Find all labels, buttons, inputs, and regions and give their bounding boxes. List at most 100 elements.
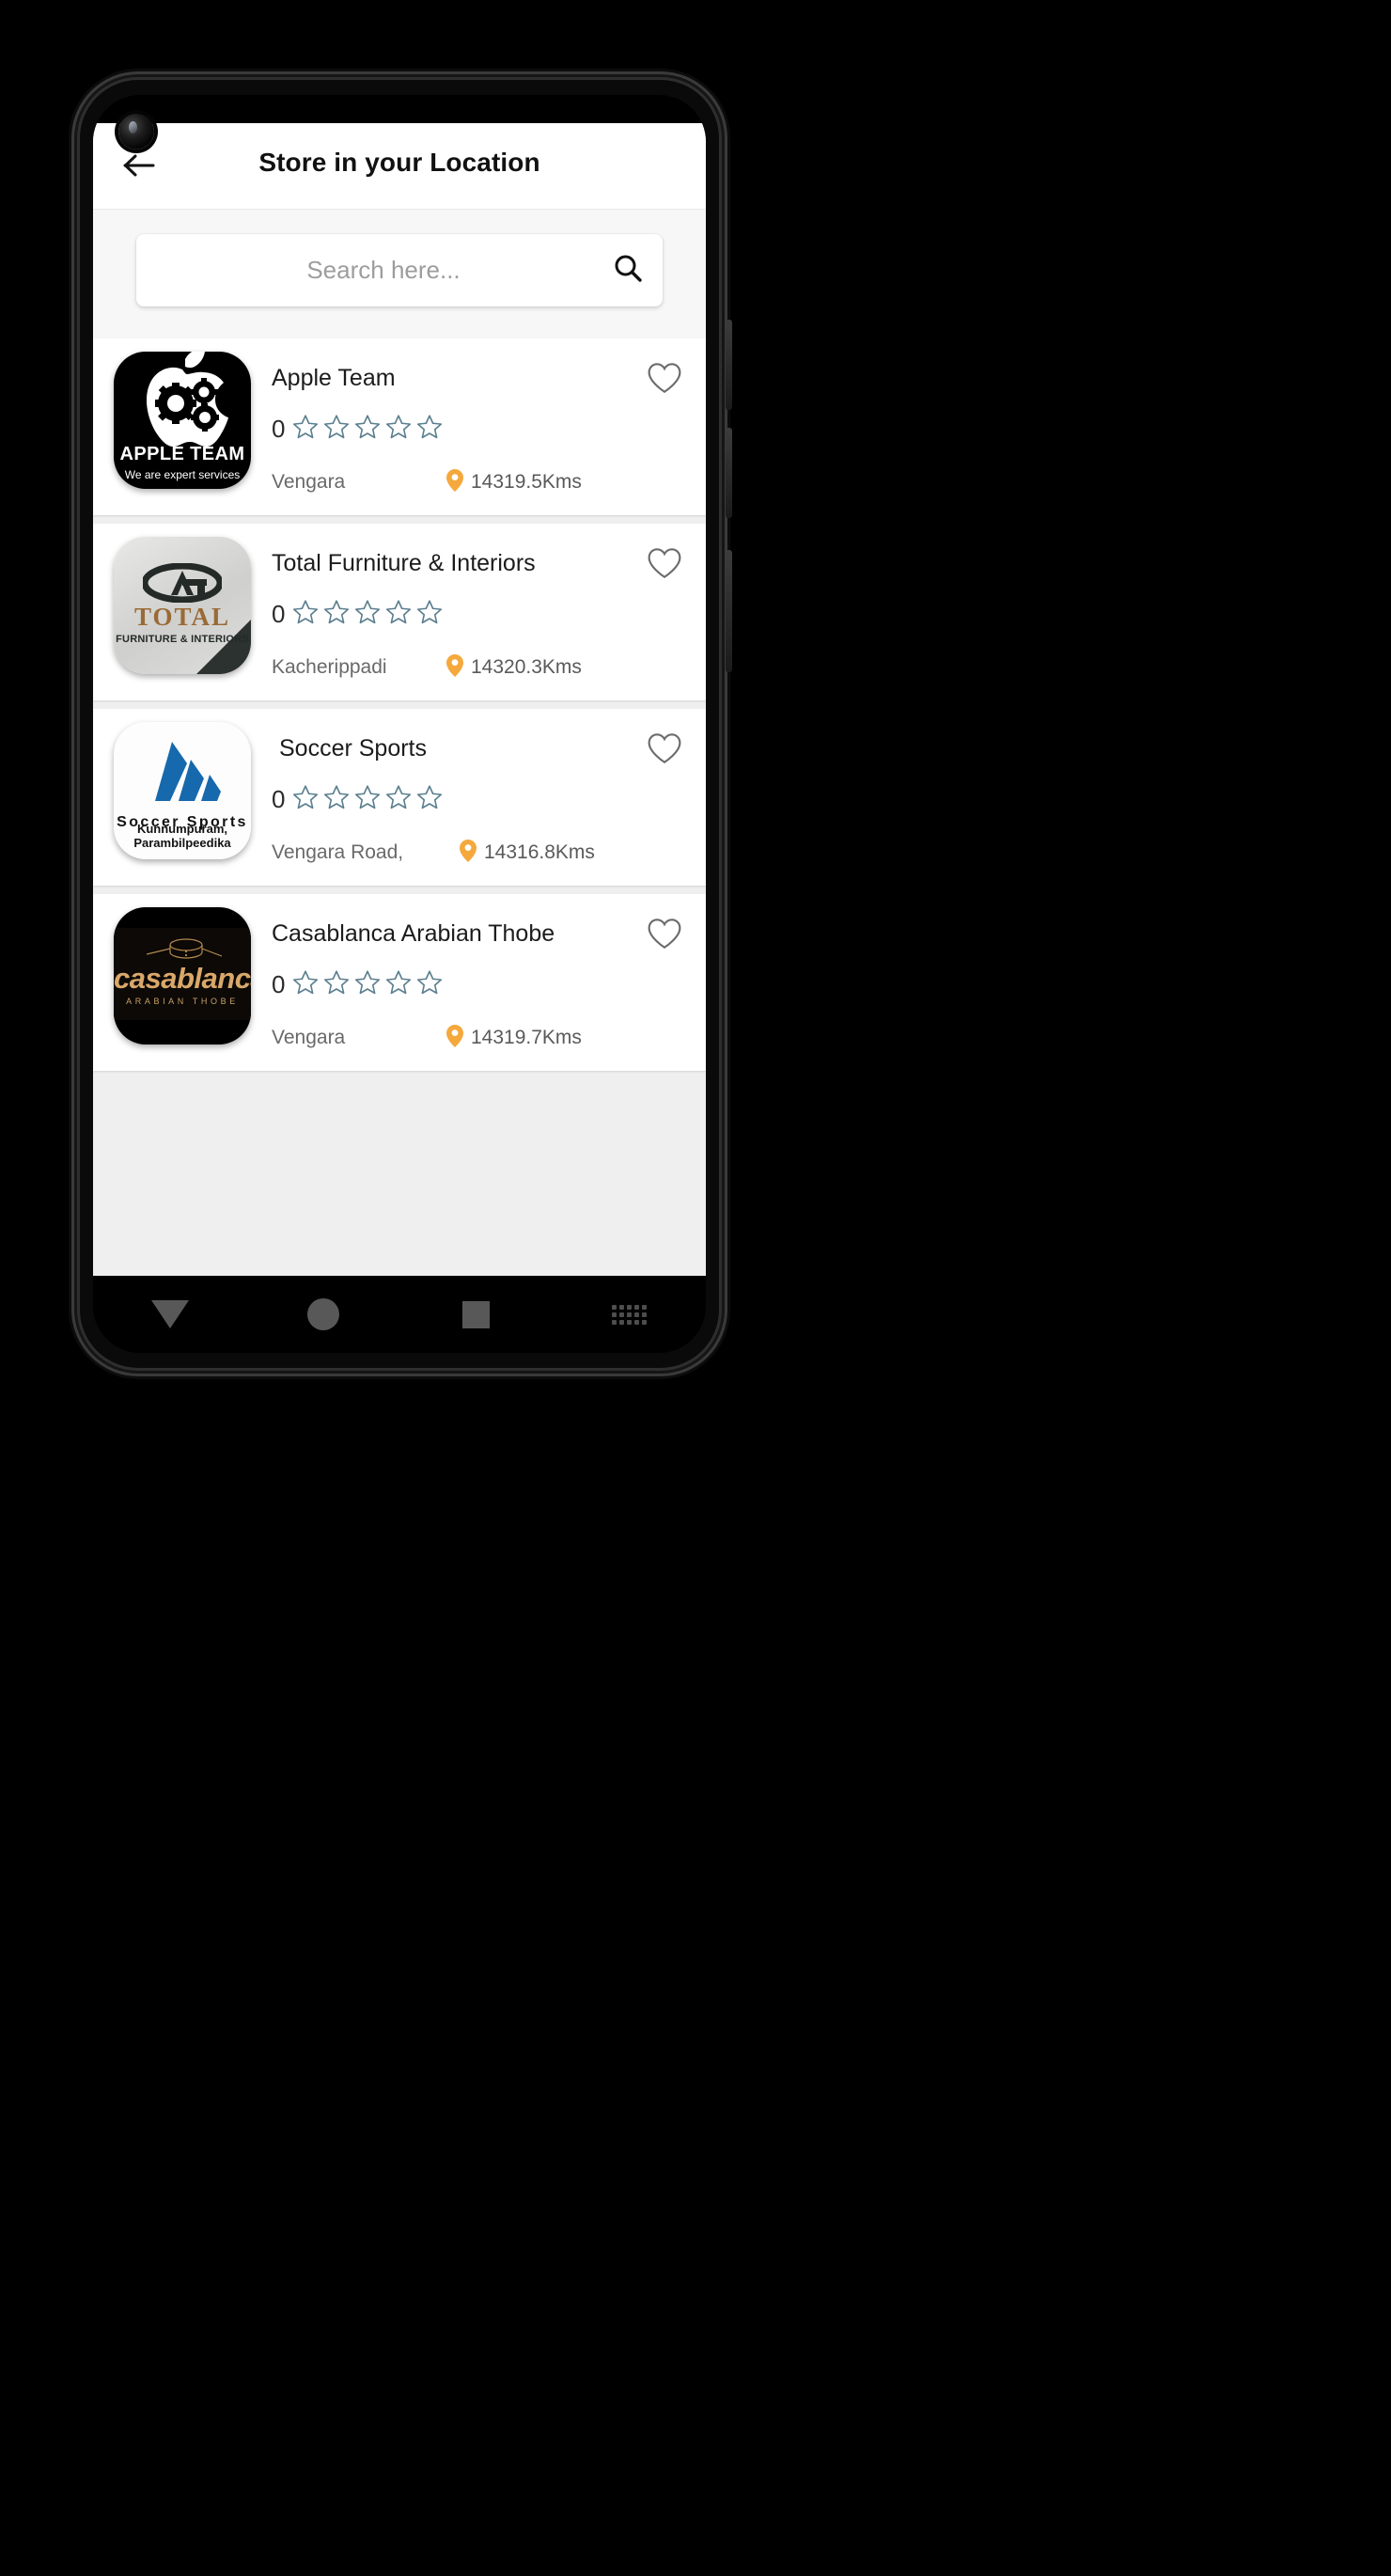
rating-row[interactable]: 0 bbox=[272, 598, 640, 631]
star-icon[interactable] bbox=[415, 413, 444, 446]
store-place: Kacherippadi bbox=[272, 656, 387, 679]
favorite-button[interactable] bbox=[640, 541, 689, 589]
store-logo-container: casablanca ARABIAN THOBE bbox=[93, 907, 272, 1045]
star-icon[interactable] bbox=[291, 598, 320, 631]
favorite-button[interactable] bbox=[640, 355, 689, 404]
rating-row[interactable]: 0 bbox=[272, 968, 640, 1001]
star-icon[interactable] bbox=[353, 598, 382, 631]
store-info: Soccer Sports 0 Vengara Road, 14316.8Kms bbox=[272, 722, 706, 868]
rating-row[interactable]: 0 bbox=[272, 413, 640, 446]
star-icon[interactable] bbox=[353, 413, 382, 446]
soccer-sports-logo: Soccer Sports Kunnumpuram, Parambilpeedi… bbox=[114, 722, 251, 859]
logo-title: TOTAL bbox=[133, 603, 231, 631]
search-input[interactable] bbox=[136, 256, 593, 285]
favorite-button[interactable] bbox=[640, 911, 689, 960]
star-icon[interactable] bbox=[291, 413, 320, 446]
star-icon[interactable] bbox=[322, 783, 351, 816]
total-furniture-logo: TOTAL FURNITURE & INTERIORS bbox=[114, 537, 251, 674]
store-logo-container: TOTAL FURNITURE & INTERIORS bbox=[93, 537, 272, 674]
apple-team-logo: APPLE TEAM We are expert services bbox=[114, 352, 251, 489]
store-card[interactable]: APPLE TEAM We are expert services Apple … bbox=[93, 338, 706, 515]
nav-back-button[interactable] bbox=[132, 1276, 209, 1353]
star-icon[interactable] bbox=[353, 968, 382, 1001]
nav-home-button[interactable] bbox=[285, 1276, 362, 1353]
nav-recents-button[interactable] bbox=[438, 1276, 515, 1353]
logo-subtitle: We are expert services bbox=[124, 468, 241, 481]
app-screen: Store in your Location Search here... AP… bbox=[93, 123, 706, 1276]
volume-down-button[interactable] bbox=[726, 428, 732, 518]
star-icon[interactable] bbox=[322, 598, 351, 631]
location-pin-icon bbox=[445, 1024, 464, 1053]
distance-text: 14319.5Kms bbox=[471, 471, 582, 494]
store-name: Casablanca Arabian Thobe bbox=[272, 920, 555, 947]
star-icon[interactable] bbox=[322, 968, 351, 1001]
front-camera-icon bbox=[118, 114, 154, 149]
square-icon bbox=[462, 1300, 490, 1328]
distance-text: 14320.3Kms bbox=[471, 656, 582, 679]
rating-value: 0 bbox=[272, 414, 286, 443]
logo-bars-icon bbox=[114, 737, 251, 805]
heart-icon bbox=[646, 361, 683, 400]
store-card[interactable]: Soccer Sports Kunnumpuram, Parambilpeedi… bbox=[93, 709, 706, 886]
star-icon[interactable] bbox=[415, 968, 444, 1001]
store-name: Total Furniture & Interiors bbox=[272, 550, 536, 576]
store-place: Vengara bbox=[272, 471, 346, 494]
meta-row: Vengara 14319.5Kms bbox=[272, 468, 640, 497]
star-icon[interactable] bbox=[384, 413, 413, 446]
logo-title: APPLE TEAM bbox=[119, 444, 245, 464]
store-info: Total Furniture & Interiors 0 Kacherippa… bbox=[272, 537, 706, 683]
star-icon[interactable] bbox=[353, 783, 382, 816]
heart-icon bbox=[646, 546, 683, 585]
star-icon[interactable] bbox=[384, 968, 413, 1001]
phone-frame: Store in your Location Search here... AP… bbox=[80, 80, 732, 1368]
star-icon[interactable] bbox=[415, 598, 444, 631]
star-icon[interactable] bbox=[384, 783, 413, 816]
rating-row[interactable]: 0 bbox=[272, 783, 640, 816]
distance-group: 14316.8Kms bbox=[459, 839, 595, 868]
distance-group: 14319.5Kms bbox=[445, 468, 582, 497]
store-info: Casablanca Arabian Thobe 0 Vengara 14319… bbox=[272, 907, 706, 1053]
logo-title: casablanca bbox=[114, 962, 251, 995]
triangle-down-icon bbox=[150, 1300, 189, 1328]
heart-icon bbox=[646, 731, 683, 770]
rating-value: 0 bbox=[272, 969, 286, 998]
logo-subtitle: Kunnumpuram, Parambilpeedika bbox=[133, 822, 231, 850]
store-name: Soccer Sports bbox=[279, 735, 428, 762]
star-icon[interactable] bbox=[322, 413, 351, 446]
store-logo-container: Soccer Sports Kunnumpuram, Parambilpeedi… bbox=[93, 722, 272, 859]
store-card[interactable]: casablanca ARABIAN THOBE Casablanca Arab… bbox=[93, 894, 706, 1071]
store-list[interactable]: APPLE TEAM We are expert services Apple … bbox=[93, 338, 706, 1276]
location-pin-icon bbox=[459, 839, 477, 868]
volume-up-button[interactable] bbox=[726, 320, 732, 410]
star-icon[interactable] bbox=[291, 968, 320, 1001]
favorite-button[interactable] bbox=[640, 726, 689, 775]
casablanca-logo: casablanca ARABIAN THOBE bbox=[114, 907, 251, 1045]
search-box[interactable] bbox=[136, 234, 663, 306]
location-pin-icon bbox=[445, 468, 464, 497]
power-button[interactable] bbox=[726, 550, 732, 672]
search-button[interactable] bbox=[593, 234, 663, 306]
store-name: Apple Team bbox=[272, 365, 396, 391]
store-card[interactable]: TOTAL FURNITURE & INTERIORS Total Furnit… bbox=[93, 524, 706, 700]
store-place: Vengara bbox=[272, 1027, 346, 1049]
location-pin-icon bbox=[445, 653, 464, 683]
distance-text: 14319.7Kms bbox=[471, 1027, 582, 1049]
phone-screen-area: Store in your Location Search here... AP… bbox=[93, 95, 706, 1353]
meta-row: Vengara Road, 14316.8Kms bbox=[272, 839, 640, 868]
distance-group: 14320.3Kms bbox=[445, 653, 582, 683]
star-icon[interactable] bbox=[291, 783, 320, 816]
logo-subtitle: FURNITURE & INTERIORS bbox=[116, 634, 249, 645]
circle-icon bbox=[306, 1298, 339, 1330]
meta-row: Vengara 14319.7Kms bbox=[272, 1024, 640, 1053]
nav-keyboard-button[interactable] bbox=[591, 1276, 668, 1353]
system-navigation-bar bbox=[93, 1276, 706, 1353]
store-logo-container: APPLE TEAM We are expert services bbox=[93, 352, 272, 489]
keyboard-icon bbox=[612, 1304, 647, 1325]
store-place: Vengara Road, bbox=[272, 841, 404, 864]
meta-row: Kacherippadi 14320.3Kms bbox=[272, 653, 640, 683]
star-icon[interactable] bbox=[384, 598, 413, 631]
logo-subtitle: ARABIAN THOBE bbox=[126, 997, 239, 1006]
star-icon[interactable] bbox=[415, 783, 444, 816]
logo-monogram-icon bbox=[114, 563, 251, 603]
logo-hat-icon bbox=[114, 935, 251, 964]
